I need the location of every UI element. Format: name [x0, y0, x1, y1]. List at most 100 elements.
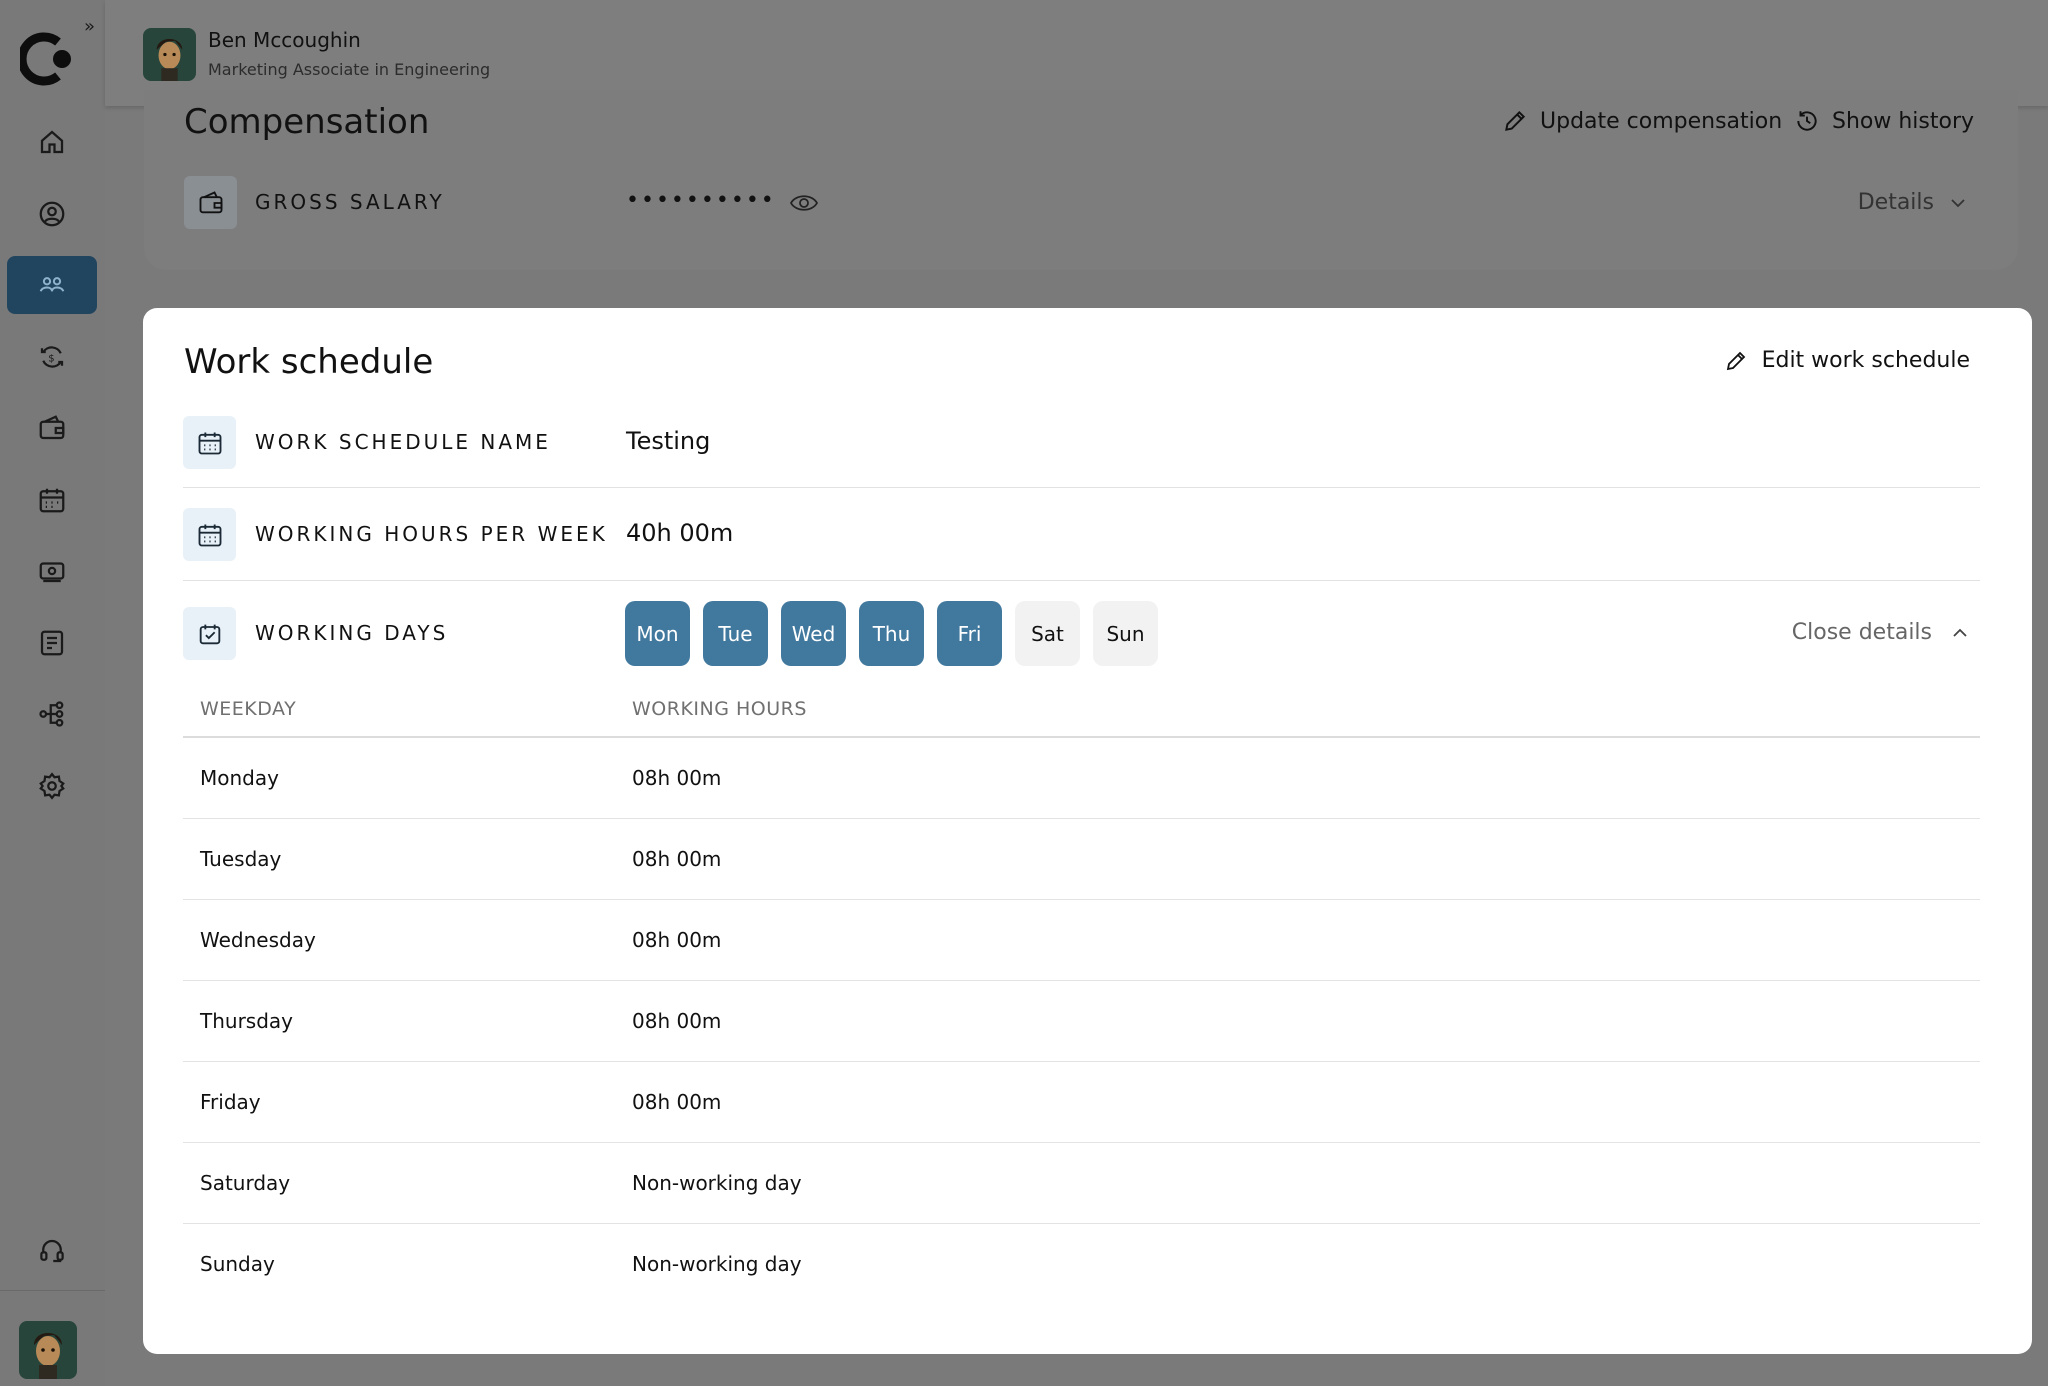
hours-cell: 08h 00m: [632, 1090, 722, 1114]
calendar-icon: [198, 524, 221, 546]
hours-cell: 08h 00m: [632, 847, 722, 871]
gross-salary-value: ••••••••••: [626, 188, 776, 213]
day-toggle-thu[interactable]: Thu: [859, 601, 924, 666]
pencil-icon: [1505, 110, 1526, 131]
weekday-cell: Friday: [200, 1090, 261, 1114]
avatar-image: [19, 1321, 77, 1379]
svg-text:$: $: [48, 353, 54, 364]
day-toggle-sun[interactable]: Sun: [1093, 601, 1158, 666]
edit-work-schedule-label: Edit work schedule: [1761, 348, 1970, 373]
chevron-up-icon: [1953, 628, 1967, 637]
nav-support[interactable]: [7, 1222, 97, 1280]
logo-icon[interactable]: [20, 30, 78, 88]
nav-profile[interactable]: [7, 185, 97, 243]
row-divider: [183, 487, 1980, 488]
table-row: Monday 08h 00m: [183, 738, 1980, 819]
day-toggle-tue[interactable]: Tue: [703, 601, 768, 666]
hours-cell: 08h 00m: [632, 1009, 722, 1033]
compensation-title: Compensation: [184, 102, 430, 142]
home-icon: [40, 130, 64, 154]
working-days-label: WORKING DAYS: [255, 621, 449, 645]
expand-sidebar-icon[interactable]: »: [84, 18, 102, 36]
weekday-cell: Tuesday: [200, 847, 282, 871]
edit-work-schedule-button[interactable]: Edit work schedule: [1724, 348, 1970, 373]
day-toggle-sat[interactable]: Sat: [1015, 601, 1080, 666]
nav-reports[interactable]: [7, 614, 97, 672]
calendar-icon: [198, 432, 221, 454]
people-icon: [39, 277, 65, 292]
nav-payroll[interactable]: $: [7, 328, 97, 386]
hours-cell: 08h 00m: [632, 766, 722, 790]
weekday-cell: Wednesday: [200, 928, 316, 952]
gear-icon: [39, 772, 65, 800]
report-icon: [40, 630, 64, 656]
eye-icon[interactable]: [789, 190, 819, 216]
hours-cell: Non-working day: [632, 1252, 802, 1276]
details-label: Details: [1857, 190, 1934, 215]
nav-home[interactable]: [7, 113, 97, 171]
gross-salary-icon-box: [184, 176, 237, 229]
hours-cell: Non-working day: [632, 1171, 802, 1195]
table-row: Tuesday 08h 00m: [183, 819, 1980, 900]
work-schedule-title: Work schedule: [184, 342, 434, 382]
wallet-icon: [199, 190, 222, 213]
employee-name: Ben Mccoughin: [208, 28, 361, 52]
work-schedule-card: Work schedule Edit work schedule WORK SC…: [143, 308, 2032, 1354]
calendar-check-icon: [199, 624, 220, 644]
update-compensation-label: Update compensation: [1540, 108, 1783, 134]
calendar-icon: [39, 488, 65, 513]
user-avatar[interactable]: [19, 1321, 77, 1379]
update-compensation-button[interactable]: Update compensation: [1502, 108, 1782, 134]
close-details-toggle[interactable]: Close details: [1792, 620, 1970, 645]
nav-org-chart[interactable]: [7, 685, 97, 743]
hours-per-week-icon-box: [183, 508, 236, 561]
history-icon: [1797, 111, 1817, 131]
org-chart-icon: [39, 701, 64, 727]
chevron-down-icon: [1951, 198, 1965, 207]
employee-title: Marketing Associate in Engineering: [208, 60, 491, 79]
day-toggle-wed[interactable]: Wed: [781, 601, 846, 666]
weekday-cell: Thursday: [200, 1009, 293, 1033]
hours-cell: 08h 00m: [632, 928, 722, 952]
show-history-button[interactable]: Show history: [1794, 108, 1974, 134]
employee-avatar: [143, 28, 196, 81]
user-circle-icon: [39, 201, 65, 227]
day-toggle-fri[interactable]: Fri: [937, 601, 1002, 666]
weekday-cell: Sunday: [200, 1252, 275, 1276]
pencil-icon: [1726, 351, 1745, 370]
schedule-name-icon-box: [183, 416, 236, 469]
close-details-label: Close details: [1791, 620, 1932, 645]
nav-settings[interactable]: [7, 757, 97, 815]
table-row: Friday 08h 00m: [183, 1062, 1980, 1143]
schedule-name-value: Testing: [626, 427, 711, 455]
nav-wallet[interactable]: [7, 399, 97, 457]
table-row: Thursday 08h 00m: [183, 981, 1980, 1062]
working-days-icon-box: [183, 607, 236, 660]
details-toggle[interactable]: Details: [1858, 190, 1968, 215]
nav-people[interactable]: [7, 256, 97, 314]
currency-refresh-icon: $: [40, 346, 64, 368]
table-row: Sunday Non-working day: [183, 1224, 1980, 1305]
sidebar-divider: [0, 1290, 105, 1291]
schedule-name-label: WORK SCHEDULE NAME: [255, 430, 551, 454]
nav-expenses[interactable]: [7, 542, 97, 600]
nav-calendar[interactable]: [7, 471, 97, 529]
day-toggle-mon[interactable]: Mon: [625, 601, 690, 666]
table-row: Saturday Non-working day: [183, 1143, 1980, 1224]
table-row: Wednesday 08h 00m: [183, 900, 1980, 981]
weekday-cell: Saturday: [200, 1171, 291, 1195]
wallet-icon: [39, 415, 65, 440]
hours-per-week-label: WORKING HOURS PER WEEK: [255, 522, 608, 546]
gross-salary-label: GROSS SALARY: [255, 190, 445, 214]
show-history-label: Show history: [1832, 108, 1975, 134]
weekday-column-header: WEEKDAY: [200, 698, 297, 720]
avatar-image: [143, 28, 196, 81]
hours-per-week-value: 40h 00m: [626, 519, 734, 547]
compensation-card: Compensation Update compensation Show hi…: [144, 90, 2018, 270]
weekday-cell: Monday: [200, 766, 279, 790]
headset-icon: [40, 1239, 64, 1263]
row-divider: [183, 580, 1980, 581]
sidebar: » $: [0, 0, 105, 1386]
working-hours-column-header: WORKING HOURS: [632, 698, 807, 720]
money-icon: [39, 562, 65, 583]
